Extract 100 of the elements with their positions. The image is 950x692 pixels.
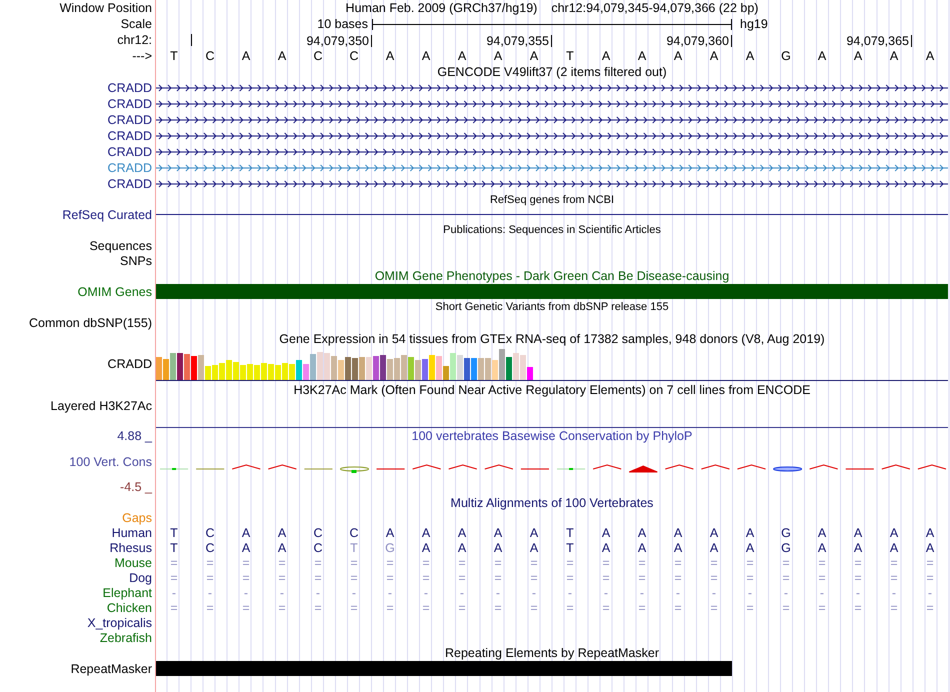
base-letter: = (206, 600, 214, 614)
base-letter: = (926, 570, 934, 584)
base-letter: - (640, 586, 644, 600)
track-label[interactable]: Human (112, 526, 152, 540)
base-letter: A (674, 540, 682, 554)
track-title: H3K27Ac Mark (Often Found Near Active Regulatory Elements) on 7 cell lines from ENCODE (294, 383, 810, 397)
base-letter: = (242, 556, 250, 570)
base-letter: A (818, 49, 826, 63)
base-letter: A (926, 540, 934, 554)
track-label[interactable]: RefSeq Curated (62, 208, 152, 222)
track-label[interactable]: Chicken (106, 600, 152, 614)
base-letter: = (638, 600, 646, 614)
base-letter: = (566, 556, 574, 570)
base-letter: = (530, 556, 538, 570)
track-label[interactable]: ---> (132, 49, 152, 63)
track-title: Repeating Elements by RepeatMasker (444, 646, 659, 660)
coordinate-label: 94,079,360 (666, 35, 732, 47)
base-letter: A (890, 540, 898, 554)
track-label[interactable]: X_tropicalis (87, 616, 152, 630)
track-label[interactable]: CRADD (108, 145, 152, 159)
track-title: Gene Expression in 54 tissues from GTEx RNA-seq of 17382 samples, 948 donors (V8, Aug 2019) (279, 332, 825, 346)
base-letter: T (170, 49, 178, 63)
track-title: 100 vertebrates Basewise Conservation by PhyloP (412, 429, 692, 443)
track-label[interactable]: RepeatMasker (70, 662, 152, 676)
base-letter: = (494, 556, 502, 570)
track-label[interactable]: CRADD (108, 129, 152, 143)
base-letter: A (494, 540, 502, 554)
base-letter: C (313, 526, 323, 540)
base-letter: A (386, 526, 394, 540)
track-label[interactable]: CRADD (108, 113, 152, 127)
expression-bars-drawing[interactable] (156, 347, 534, 380)
base-letter: = (242, 570, 250, 584)
base-letter: = (206, 570, 214, 584)
base-letter: = (530, 570, 538, 584)
base-letter: C (349, 526, 359, 540)
base-letter: C (313, 540, 323, 554)
base-letter: = (422, 556, 430, 570)
base-letter: = (386, 556, 394, 570)
base-letter: A (854, 49, 862, 63)
base-letter: A (494, 526, 502, 540)
track-label[interactable]: Scale (120, 17, 152, 31)
base-letter: A (422, 49, 430, 63)
track-label[interactable]: SNPs (120, 254, 152, 268)
base-letter: A (638, 526, 646, 540)
base-letter: = (206, 556, 214, 570)
base-letter: A (278, 526, 286, 540)
base-letter: T (566, 526, 574, 540)
track-label[interactable]: chr12: (117, 33, 152, 47)
base-letter: - (892, 586, 896, 600)
base-letter: = (170, 600, 178, 614)
base-letter: G (781, 526, 791, 540)
base-letter: A (458, 49, 466, 63)
track-label[interactable]: OMIM Genes (78, 284, 152, 298)
track-label[interactable]: Mouse (114, 556, 152, 570)
base-letter: = (890, 600, 898, 614)
base-letter: C (349, 49, 359, 63)
base-letter: = (890, 570, 898, 584)
base-letter: - (316, 586, 320, 600)
base-letter: = (854, 556, 862, 570)
track-label[interactable]: Common dbSNP(155) (29, 316, 152, 330)
track-label[interactable]: Zebrafish (100, 630, 152, 644)
track-label[interactable]: Layered H3K27Ac (50, 399, 152, 413)
base-letter: = (746, 556, 754, 570)
track-label[interactable]: Rhesus (110, 540, 152, 554)
base-letter: - (244, 586, 248, 600)
track-title: RefSeq genes from NCBI (490, 192, 614, 206)
track-label[interactable]: Elephant (102, 586, 152, 600)
gene-line[interactable] (156, 213, 948, 216)
base-letter: = (170, 556, 178, 570)
track-label[interactable]: 100 Vert. Cons (69, 454, 152, 468)
base-letter: = (350, 570, 358, 584)
track-label[interactable]: CRADD (108, 97, 152, 111)
track-label[interactable]: CRADD (108, 356, 152, 370)
base-letter: T (566, 49, 574, 63)
base-letter: C (313, 49, 323, 63)
base-letter: = (494, 570, 502, 584)
axis-max-label: 4.88 _ (117, 429, 152, 443)
base-letter: A (890, 526, 898, 540)
base-letter: = (602, 600, 610, 614)
base-letter: A (674, 526, 682, 540)
base-letter: T (170, 540, 178, 554)
base-letter: = (278, 570, 286, 584)
track-label[interactable]: CRADD (108, 177, 152, 191)
base-letter: A (530, 540, 538, 554)
base-letter: A (602, 540, 610, 554)
base-letter: = (782, 556, 790, 570)
base-letter: A (242, 49, 250, 63)
track-label[interactable]: Dog (129, 570, 152, 584)
base-letter: A (818, 526, 826, 540)
base-letter: A (890, 49, 898, 63)
track-label[interactable]: Window Position (60, 1, 152, 15)
track-label[interactable]: Sequences (89, 238, 152, 252)
base-letter: = (566, 600, 574, 614)
track-label[interactable]: CRADD (108, 81, 152, 95)
base-letter: A (602, 49, 610, 63)
base-letter: A (422, 540, 430, 554)
base-letter: = (386, 600, 394, 614)
base-letter: = (710, 556, 718, 570)
track-label[interactable]: CRADD (108, 161, 152, 175)
base-letter: C (205, 49, 215, 63)
